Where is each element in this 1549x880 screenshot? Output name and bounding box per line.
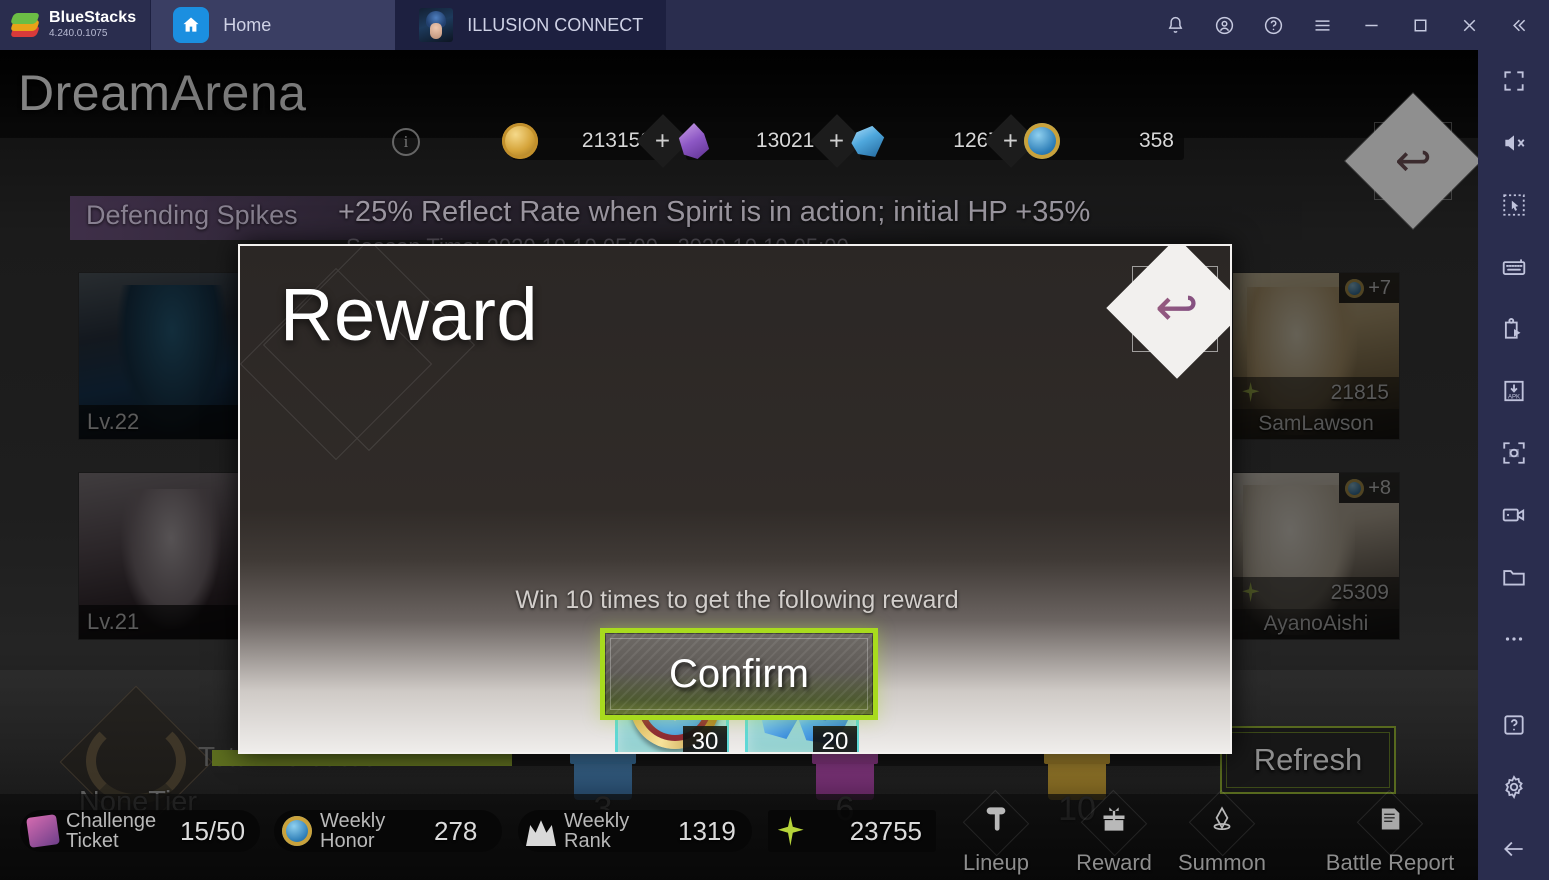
- confirm-button[interactable]: Confirm: [600, 628, 878, 720]
- settings-gear-icon[interactable]: [1478, 756, 1549, 818]
- mute-icon[interactable]: [1478, 112, 1549, 174]
- confirm-button-wrapper: Confirm: [600, 628, 878, 720]
- help-icon[interactable]: [1249, 0, 1298, 50]
- help-box-icon[interactable]: [1478, 694, 1549, 756]
- confirm-label: Confirm: [668, 651, 810, 696]
- home-icon: [173, 7, 210, 43]
- account-icon[interactable]: [1200, 0, 1249, 50]
- collapse-icon[interactable]: [1494, 0, 1543, 50]
- media-folder-icon[interactable]: [1478, 546, 1549, 608]
- close-icon[interactable]: [1445, 0, 1494, 50]
- back-arrow-icon[interactable]: [1478, 818, 1549, 880]
- dialog-title: Reward: [280, 273, 538, 356]
- app-root: BlueStacks 4.240.0.1075 Home ILLUSION CO…: [0, 0, 1549, 880]
- window-controls: [1151, 0, 1549, 50]
- back-arrow-icon: ↩: [1155, 278, 1199, 337]
- brand-version: 4.240.0.1075: [49, 28, 108, 40]
- more-options-icon[interactable]: [1478, 608, 1549, 670]
- bluestacks-sidebar: APK: [1478, 50, 1549, 880]
- multi-select-icon[interactable]: [1478, 174, 1549, 236]
- screenshot-icon[interactable]: [1478, 422, 1549, 484]
- bluestacks-logo-icon: [9, 11, 41, 39]
- tab-illusion-connect[interactable]: ILLUSION CONNECT: [396, 0, 667, 50]
- close-button-diamond: ↩: [1106, 246, 1230, 379]
- minimize-icon[interactable]: [1347, 0, 1396, 50]
- brand-name: BlueStacks: [49, 9, 137, 27]
- fullscreen-icon[interactable]: [1478, 50, 1549, 112]
- bluestacks-titlebar: BlueStacks 4.240.0.1075 Home ILLUSION CO…: [0, 0, 1549, 50]
- record-video-icon[interactable]: [1478, 484, 1549, 546]
- menu-icon[interactable]: [1298, 0, 1347, 50]
- item-quantity: 30: [683, 726, 727, 752]
- game-thumbnail-icon: [419, 8, 454, 42]
- notifications-icon[interactable]: [1151, 0, 1200, 50]
- install-apk-icon[interactable]: APK: [1478, 360, 1549, 422]
- dialog-close-button[interactable]: ↩: [1106, 246, 1230, 380]
- reward-dialog: Reward ↩ Win 10 times to get the followi…: [238, 244, 1232, 754]
- dialog-subtitle: Win 10 times to get the following reward: [515, 586, 959, 614]
- item-quantity: 20: [813, 726, 857, 752]
- maximize-icon[interactable]: [1396, 0, 1445, 50]
- tab-home-label: Home: [223, 14, 272, 35]
- game-viewport: Defending Spikes +25% Reflect Rate when …: [0, 50, 1478, 880]
- bluestacks-brand: BlueStacks 4.240.0.1075: [0, 0, 150, 50]
- tab-illusion-connect-label: ILLUSION CONNECT: [467, 14, 644, 35]
- svg-text:APK: APK: [1507, 395, 1519, 401]
- keyboard-controls-icon[interactable]: [1478, 236, 1549, 298]
- tab-home[interactable]: Home: [150, 0, 397, 50]
- macro-play-icon[interactable]: [1478, 298, 1549, 360]
